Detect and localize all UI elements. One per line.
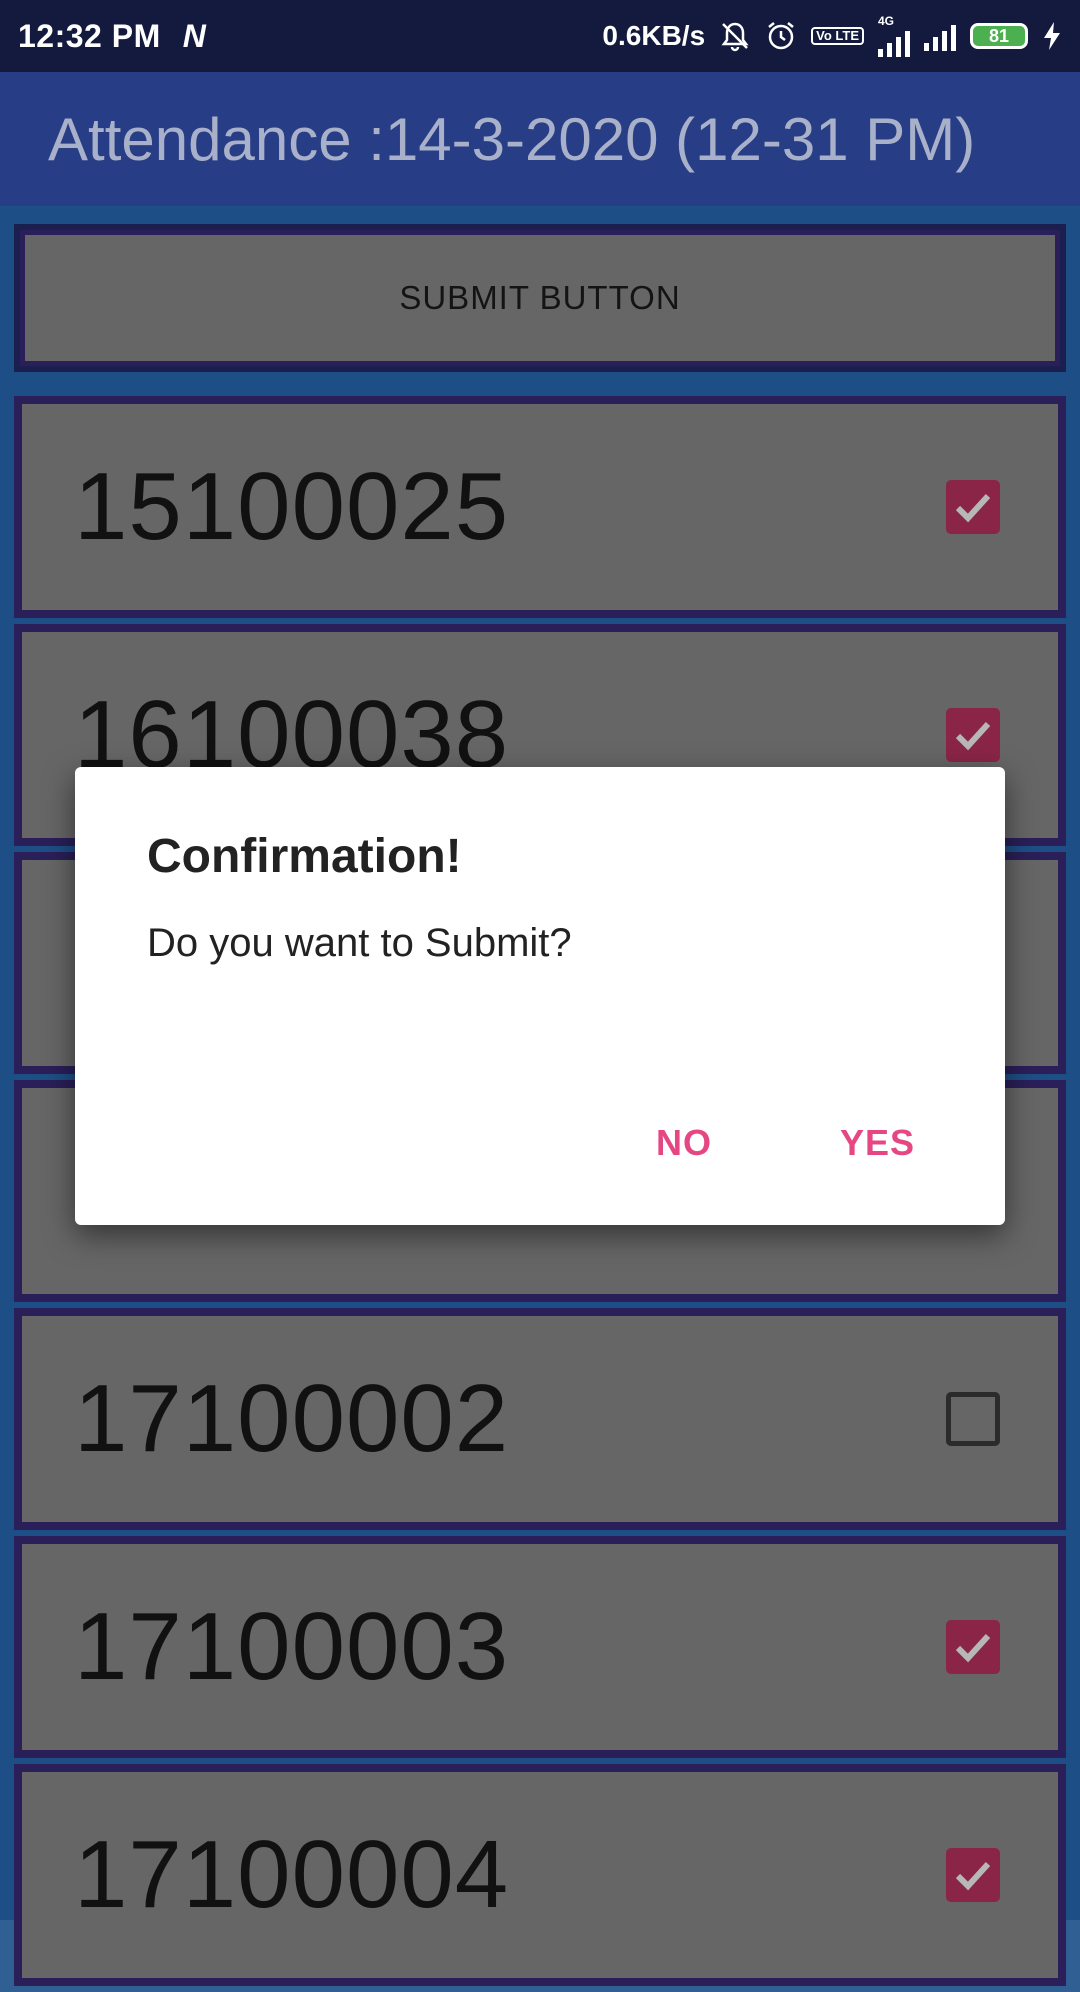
list-item[interactable]: 17100003: [14, 1536, 1066, 1758]
attendance-checkbox[interactable]: [946, 1392, 1000, 1446]
attendance-checkbox[interactable]: [946, 1620, 1000, 1674]
student-id: 17100003: [74, 1593, 510, 1700]
dialog-message: Do you want to Submit?: [147, 921, 572, 965]
battery-icon: 81: [970, 23, 1028, 49]
charging-icon: [1042, 21, 1062, 51]
battery-level: 81: [988, 25, 1010, 46]
list-item[interactable]: 15100025: [14, 396, 1066, 618]
list-item[interactable]: 17100002: [14, 1308, 1066, 1530]
student-id: 17100002: [74, 1365, 510, 1472]
signal-4g-icon: 4G: [878, 15, 910, 57]
notification-app-icon: N: [182, 17, 206, 54]
network-type: 4G: [878, 14, 895, 28]
network-speed: 0.6KB/s: [602, 20, 706, 51]
status-bar: 12:32 PM N 0.6KB/s Vo LTE 4G 81: [0, 0, 1080, 72]
status-time: 12:32 PM: [18, 17, 161, 54]
status-icons: 0.6KB/s Vo LTE 4G 81: [602, 15, 1062, 57]
attendance-checkbox[interactable]: [946, 1848, 1000, 1902]
signal-icon: [924, 21, 956, 51]
confirmation-dialog: Confirmation! Do you want to Submit? NO …: [75, 767, 1005, 1225]
bell-off-icon: [719, 20, 751, 52]
attendance-checkbox[interactable]: [946, 708, 1000, 762]
attendance-checkbox[interactable]: [946, 480, 1000, 534]
page-title: Attendance :14-3-2020 (12-31 PM): [48, 105, 976, 173]
student-id: 17100004: [74, 1821, 510, 1928]
student-id: 15100025: [74, 453, 510, 560]
dialog-title: Confirmation!: [147, 830, 462, 883]
list-item[interactable]: 17100004: [14, 1764, 1066, 1986]
alarm-icon: [765, 20, 797, 52]
no-button[interactable]: NO: [656, 1122, 712, 1164]
yes-button[interactable]: YES: [840, 1122, 915, 1164]
app-bar: Attendance :14-3-2020 (12-31 PM): [0, 72, 1080, 206]
submit-button[interactable]: SUBMIT BUTTON: [20, 230, 1060, 366]
submit-button-container: SUBMIT BUTTON: [14, 224, 1066, 372]
volte-icon: Vo LTE: [811, 27, 864, 45]
